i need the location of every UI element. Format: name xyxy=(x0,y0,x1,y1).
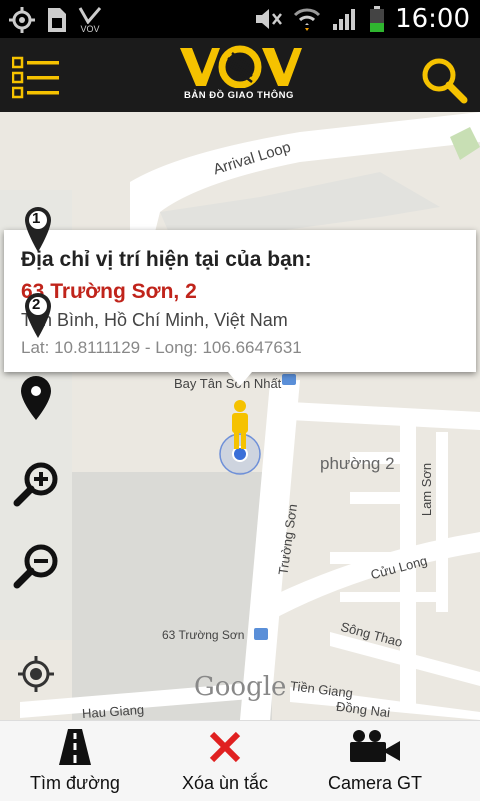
zoom-out-icon xyxy=(13,544,58,589)
signal-icon xyxy=(333,9,356,30)
menu-button[interactable] xyxy=(11,56,60,100)
my-location-button[interactable] xyxy=(10,648,62,700)
camera-tab[interactable]: Camera GT xyxy=(320,721,430,801)
zoom-out-button[interactable] xyxy=(10,540,62,592)
clear-traffic-tab-label: Xóa ùn tắc xyxy=(181,773,269,793)
status-left-icons: VOV xyxy=(8,6,102,34)
pin-label: 2 xyxy=(32,296,41,313)
route-tab[interactable]: Tìm đường xyxy=(20,721,130,801)
popup-city: Tân Bình, Hồ Chí Minh, Việt Nam xyxy=(21,310,288,330)
video-camera-icon xyxy=(350,730,400,762)
vov-notification-label: VOV xyxy=(80,24,100,34)
pin-label: 1 xyxy=(32,210,41,227)
address-popup[interactable]: Địa chỉ vị trí hiện tại của bạn: 63 Trườ… xyxy=(4,230,476,386)
close-icon xyxy=(209,731,241,763)
map-label-63-truong-son: 63 Trường Sơn xyxy=(162,628,245,642)
wifi-icon xyxy=(294,8,321,31)
battery-icon xyxy=(370,6,385,32)
status-bar: VOV 16:00 xyxy=(0,0,480,38)
my-location-icon xyxy=(18,656,54,692)
numbered-pin-2[interactable]: 2 xyxy=(23,292,51,338)
map-label-hau-giang: Hau Giang xyxy=(81,701,145,720)
vov-notification-icon: VOV xyxy=(78,6,102,34)
route-tab-label: Tìm đường xyxy=(30,773,120,793)
location-pin-icon xyxy=(21,376,51,420)
gps-icon xyxy=(9,7,35,33)
clear-traffic-tab[interactable]: Xóa ùn tắc xyxy=(170,721,280,801)
app-logo: BẢN ĐỒ GIAO THÔNG xyxy=(178,44,304,108)
search-button[interactable] xyxy=(420,56,468,104)
bottom-nav: Tìm đường Xóa ùn tắc Camera GT xyxy=(0,720,480,801)
menu-list-icon xyxy=(11,56,59,99)
google-attribution: Google xyxy=(194,672,287,702)
search-icon xyxy=(422,58,468,104)
vov-logo-icon xyxy=(180,45,302,89)
road-icon xyxy=(59,729,91,765)
logo-subtitle: BẢN ĐỒ GIAO THÔNG xyxy=(184,90,294,101)
map-view[interactable]: Arrival Loop Bay Tân Sơn Nhất phường 2 L… xyxy=(0,112,480,720)
map-label-lam-son: Lam Sơn xyxy=(419,462,435,517)
map-label-phuong-2: phường 2 xyxy=(320,454,395,473)
zoom-in-icon xyxy=(13,462,58,507)
sim-card-icon xyxy=(48,8,66,32)
status-right-icons: 16:00 xyxy=(253,4,470,34)
popup-coordinates: Lat: 10.8111129 - Long: 106.6647631 xyxy=(21,338,302,357)
camera-tab-label: Camera GT xyxy=(327,773,423,793)
zoom-in-button[interactable] xyxy=(10,458,62,510)
set-location-button[interactable] xyxy=(10,372,62,424)
clock: 16:00 xyxy=(395,4,470,34)
mute-icon xyxy=(256,9,283,29)
popup-title: Địa chỉ vị trí hiện tại của bạn: xyxy=(21,248,312,271)
numbered-pin-1[interactable]: 1 xyxy=(23,206,51,252)
